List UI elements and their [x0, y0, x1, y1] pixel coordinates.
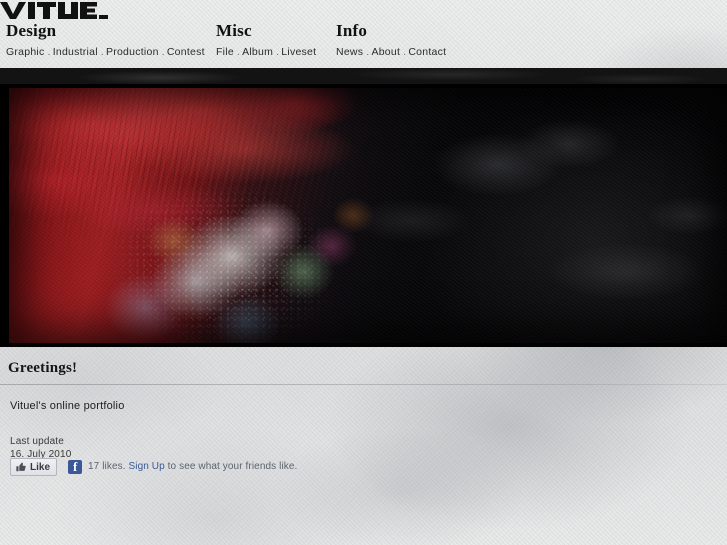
facebook-like-button[interactable]: Like [10, 458, 58, 476]
nav-sublinks-misc: File. Album. Liveset [216, 46, 316, 58]
nav-separator: . [161, 46, 165, 58]
nav-item-contest[interactable]: Contest [167, 46, 205, 58]
nav-column-info: Info News. About. Contact [336, 21, 446, 59]
nav-item-graphic[interactable]: Graphic [6, 46, 45, 58]
hero-top-matte [0, 68, 727, 84]
portfolio-tagline: Vituel's online portfolio [10, 400, 125, 412]
vituel-wordmark-icon [0, 2, 108, 19]
main-content: Greetings! Vituel's online portfolio Las… [0, 352, 727, 461]
nav-item-production[interactable]: Production [106, 46, 159, 58]
nav-separator: . [276, 46, 280, 58]
facebook-tail-text: to see what your friends like. [167, 461, 298, 472]
facebook-like-widget[interactable]: Like 17 likes. Sign Up to see what your … [10, 457, 297, 477]
main-navigation[interactable]: Design Graphic. Industrial. Production. Con… [0, 21, 727, 81]
thumbs-up-icon [15, 461, 27, 473]
last-update-label: Last update [10, 436, 64, 447]
facebook-like-count: 17 likes. [88, 461, 126, 472]
nav-title-design: Design [6, 21, 57, 40]
nav-column-misc: Misc File. Album. Liveset [216, 21, 316, 59]
nav-sublinks-design: Graphic. Industrial. Production. Contest [6, 46, 205, 58]
hero-artwork-image[interactable] [9, 88, 727, 343]
hero-frame [0, 84, 727, 347]
facebook-logo-icon [68, 459, 83, 474]
nav-sublinks-info: News. About. Contact [336, 46, 446, 58]
nav-separator: . [403, 46, 407, 58]
nav-separator: . [236, 46, 241, 58]
nav-item-liveset[interactable]: Liveset [281, 46, 316, 58]
nav-item-about[interactable]: About [371, 46, 400, 58]
nav-title-info: Info [336, 21, 368, 40]
site-logo[interactable] [0, 1, 108, 20]
nav-separator: . [47, 46, 51, 58]
site-header: Design Graphic. Industrial. Production. Con… [0, 0, 727, 81]
nav-column-design: Design Graphic. Industrial. Production. Con… [6, 21, 205, 59]
nav-separator: . [100, 46, 104, 58]
nav-item-album[interactable]: Album [242, 46, 273, 58]
nav-item-contact[interactable]: Contact [408, 46, 446, 58]
facebook-signup-link[interactable]: Sign Up [129, 461, 165, 472]
nav-separator: . [366, 46, 370, 58]
facebook-like-label: Like [30, 461, 51, 473]
last-update-block: Last update 16. July 2010 [0, 413, 727, 461]
nav-title-misc: Misc [216, 21, 252, 40]
nav-item-file[interactable]: File [216, 46, 234, 58]
hero-banner[interactable] [0, 68, 727, 347]
facebook-social-text: 17 likes. Sign Up to see what your frien… [88, 460, 297, 474]
artwork-vignette-layer [9, 88, 727, 343]
page-title: Greetings! [8, 360, 78, 376]
nav-item-industrial[interactable]: Industrial [53, 46, 98, 58]
nav-item-news[interactable]: News [336, 46, 363, 58]
